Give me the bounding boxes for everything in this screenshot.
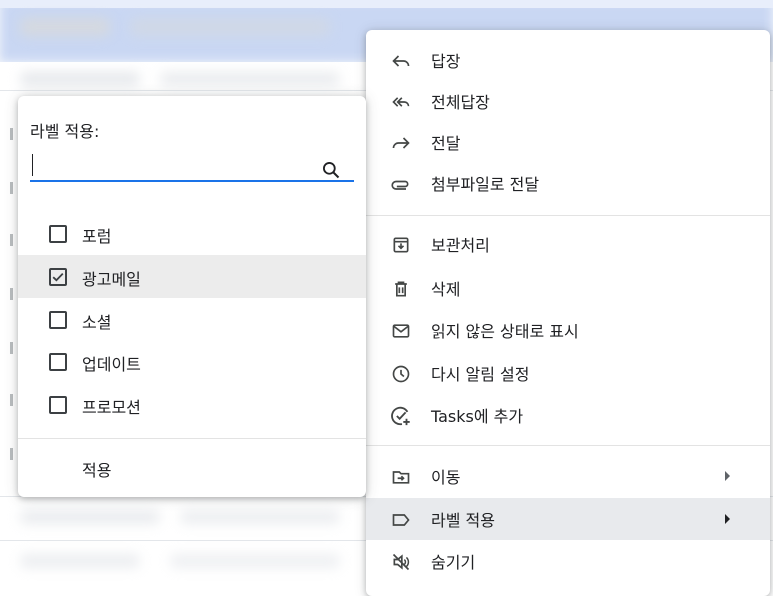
label-search-input[interactable]	[30, 148, 354, 182]
label-option-updates[interactable]: 업데이트	[18, 340, 366, 383]
label-option-name: 소셜	[82, 313, 112, 332]
menu-item-archive[interactable]: 보관처리	[366, 223, 770, 265]
check-icon	[52, 272, 64, 282]
background-blur	[170, 554, 340, 568]
background-blur	[160, 72, 340, 86]
background-blur	[20, 510, 160, 524]
checkbox-checked[interactable]	[49, 268, 67, 286]
menu-item-label: 첨부파일로 전달	[431, 175, 540, 194]
menu-item-label: Tasks에 추가	[431, 407, 524, 426]
menu-item-add-to-tasks[interactable]: Tasks에 추가	[366, 394, 770, 436]
menu-item-label: 라벨 적용	[431, 511, 495, 530]
reply-icon	[390, 50, 412, 72]
mute-icon	[390, 551, 412, 573]
background-blur	[130, 18, 330, 36]
forward-icon	[390, 132, 412, 154]
text-cursor	[32, 154, 33, 176]
attachment-icon	[390, 173, 412, 195]
label-popup: 라벨 적용: 포럼 광고메일 소셜 업데이트 프로모션 적용	[18, 96, 366, 497]
clock-icon	[390, 363, 412, 385]
label-option-social[interactable]: 소셜	[18, 298, 366, 341]
label-option-name: 광고메일	[82, 270, 141, 289]
mail-unread-icon	[390, 320, 412, 342]
menu-item-mute[interactable]: 숨기기	[366, 540, 770, 582]
background-blur	[20, 18, 110, 36]
trash-icon	[390, 278, 412, 300]
label-option-name: 포럼	[82, 227, 112, 246]
checkbox[interactable]	[49, 353, 67, 371]
background-blur	[10, 182, 13, 194]
add-task-icon	[390, 405, 412, 427]
menu-item-label: 답장	[431, 52, 461, 71]
menu-item-forward[interactable]: 전달	[366, 121, 770, 163]
label-icon	[390, 509, 412, 531]
archive-icon	[390, 234, 412, 256]
label-popup-title: 라벨 적용:	[30, 122, 100, 141]
menu-item-label: 읽지 않은 상태로 표시	[431, 322, 579, 341]
label-option-forums[interactable]: 포럼	[18, 212, 366, 255]
reply-all-icon	[390, 91, 412, 113]
menu-item-label: 전체답장	[431, 93, 490, 112]
search-icon[interactable]	[321, 160, 341, 180]
label-option-promotions[interactable]: 프로모션	[18, 383, 366, 426]
background-blur	[10, 342, 13, 354]
menu-divider	[366, 445, 770, 446]
submenu-arrow-icon	[725, 471, 730, 481]
menu-item-label: 다시 알림 설정	[431, 365, 530, 384]
label-option-name: 업데이트	[82, 355, 141, 374]
background-header-strip	[0, 0, 773, 8]
label-option-name: 프로모션	[82, 398, 141, 417]
menu-divider	[366, 215, 770, 216]
background-blur	[180, 510, 340, 524]
menu-item-reply[interactable]: 답장	[366, 39, 770, 81]
menu-item-reply-all[interactable]: 전체답장	[366, 80, 770, 122]
apply-button[interactable]: 적용	[82, 457, 111, 481]
checkbox[interactable]	[49, 311, 67, 329]
menu-item-label: 삭제	[431, 280, 461, 299]
menu-item-apply-label[interactable]: 라벨 적용	[366, 498, 770, 540]
menu-item-label: 전달	[431, 134, 461, 153]
menu-item-snooze[interactable]: 다시 알림 설정	[366, 352, 770, 394]
background-blur	[10, 128, 13, 140]
context-menu: 답장 전체답장 전달 첨부파일로 전달 보관처리 삭제 읽지 않은 상태로 표시…	[366, 30, 770, 596]
menu-item-forward-as-attachment[interactable]: 첨부파일로 전달	[366, 162, 770, 204]
background-blur	[20, 554, 140, 568]
background-blur	[10, 288, 13, 300]
menu-item-delete[interactable]: 삭제	[366, 267, 770, 309]
background-blur	[10, 448, 13, 460]
menu-item-label: 보관처리	[431, 236, 490, 255]
label-option-promotions-mail[interactable]: 광고메일	[18, 255, 366, 298]
submenu-arrow-icon	[725, 514, 730, 524]
checkbox[interactable]	[49, 396, 67, 414]
popup-divider	[18, 438, 366, 439]
background-blur	[20, 72, 140, 86]
checkbox[interactable]	[49, 225, 67, 243]
menu-item-move-to[interactable]: 이동	[366, 455, 770, 497]
menu-item-mark-unread[interactable]: 읽지 않은 상태로 표시	[366, 309, 770, 351]
background-blur	[10, 394, 13, 406]
menu-item-label: 이동	[431, 468, 461, 487]
background-blur	[10, 234, 13, 246]
menu-item-label: 숨기기	[431, 553, 476, 572]
move-to-icon	[390, 466, 412, 488]
